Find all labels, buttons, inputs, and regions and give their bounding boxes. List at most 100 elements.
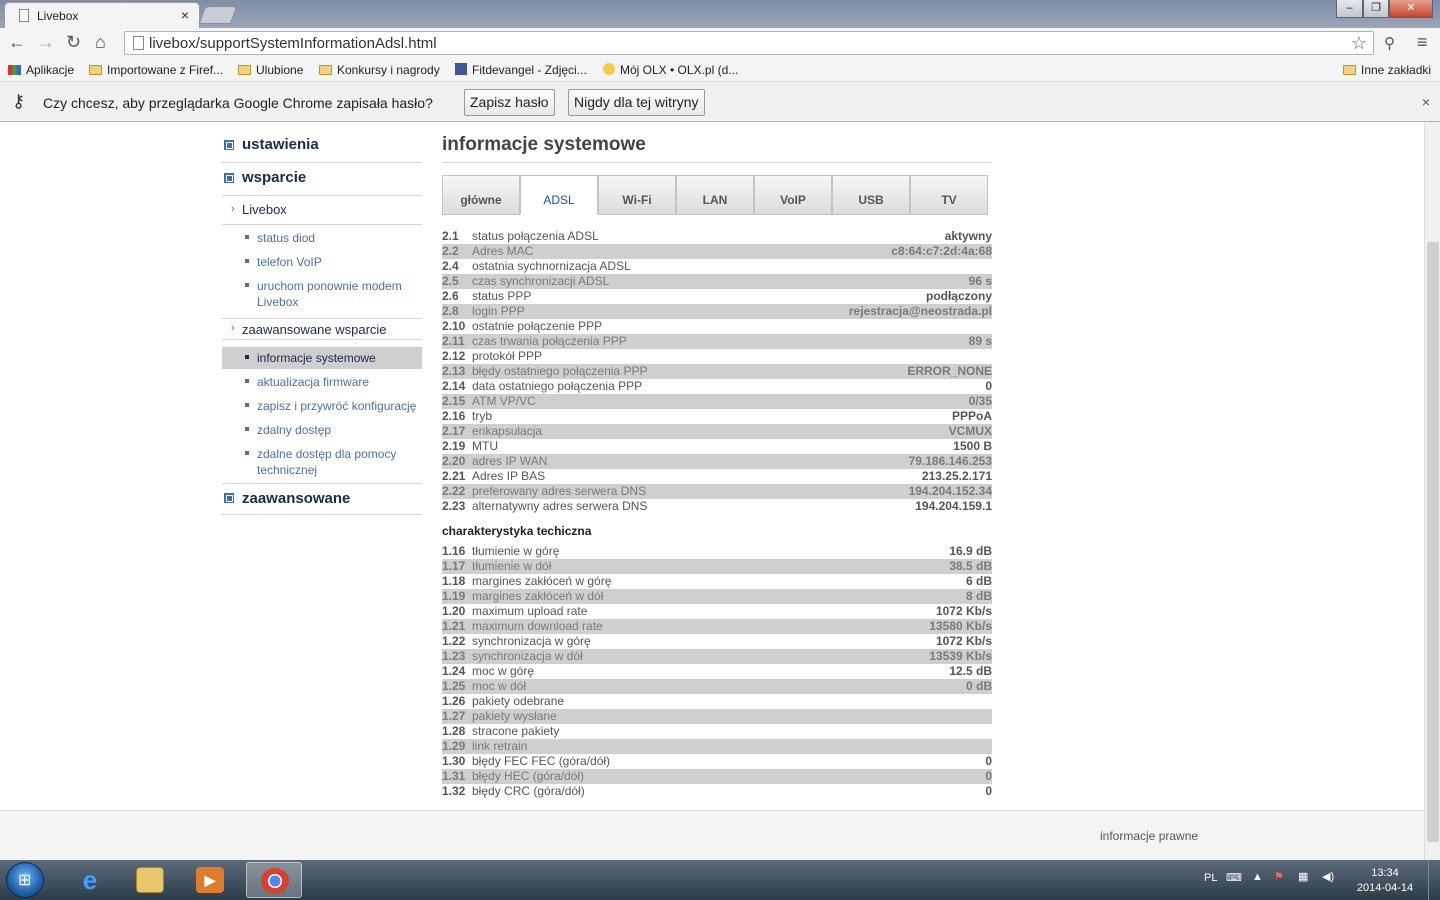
infobar-close-icon[interactable]: × (1422, 94, 1430, 110)
sidebar-sub-livebox[interactable]: › Livebox (222, 202, 422, 225)
olx-icon (603, 63, 615, 75)
scrollbar-thumb[interactable] (1427, 242, 1439, 842)
row-number: 1.29 (442, 739, 466, 753)
row-label: data ostatniego połączenia PPP (472, 379, 643, 393)
never-for-site-button[interactable]: Nigdy dla tej witryny (568, 89, 705, 116)
row-value: 6 dB (965, 574, 992, 588)
network-icon[interactable]: ▦ (1298, 870, 1308, 883)
row-label: margines zakłóceń w górę (472, 574, 612, 588)
maximize-button[interactable]: ❐ (1363, 0, 1389, 18)
home-icon[interactable]: ⌂ (95, 32, 106, 53)
keyboard-icon[interactable]: ⌨ (1226, 871, 1242, 884)
close-window-button[interactable]: ✕ (1389, 0, 1433, 18)
table-row: 2.16 tryb PPPoA (442, 409, 992, 424)
bookmark-apps[interactable]: Aplikacje (8, 63, 74, 77)
tab-tv[interactable]: TV (910, 175, 988, 215)
sidebar-link-telefon-voip[interactable]: telefon VoIP (222, 254, 422, 272)
sidebar-link-remote-access[interactable]: zdalny dostęp (222, 422, 422, 440)
bookmark-ulubione[interactable]: Ulubione (238, 63, 303, 77)
sidebar-link-backup-config[interactable]: zapisz i przywróć konfigurację (222, 398, 422, 416)
action-center-icon[interactable]: ⚑ (1274, 870, 1284, 883)
bookmark-olx[interactable]: Mój OLX • OLX.pl (d... (603, 63, 738, 77)
tab-close-icon[interactable]: × (181, 7, 189, 23)
address-bar[interactable]: livebox/supportSystemInformationAdsl.htm… (124, 31, 1374, 55)
taskbar-chrome[interactable] (246, 862, 302, 898)
row-value: 38.5 dB (949, 559, 992, 573)
sidebar-section-wsparcie[interactable]: wsparcie (222, 169, 422, 196)
sidebar-link-firmware[interactable]: aktualizacja firmware (222, 374, 422, 392)
forward-arrow-icon[interactable]: → (37, 32, 55, 53)
table-row: 1.22 synchronizacja w górę 1072 Kb/s (442, 634, 992, 649)
sidebar-section-zaawansowane[interactable]: zaawansowane (222, 483, 422, 515)
link-label: uruchom ponownie modem Livebox (257, 279, 402, 309)
browser-tab-livebox[interactable]: Livebox × (4, 2, 200, 28)
row-label: Adres IP BAS (472, 469, 546, 483)
row-label: moc w dół (472, 679, 527, 693)
row-value: 96 s (968, 274, 992, 288)
table-row: 2.8 login PPP rejestracja@neostrada.pl (442, 304, 992, 319)
minimize-button[interactable]: – (1336, 0, 1363, 18)
language-indicator[interactable]: PL (1204, 872, 1217, 884)
reload-icon[interactable]: ↻ (66, 32, 81, 53)
new-tab-button[interactable] (198, 6, 238, 24)
sidebar-link-restart-modem[interactable]: uruchom ponownie modem Livebox (222, 278, 422, 312)
row-number: 1.20 (442, 604, 466, 618)
sidebar-section-ustawienia[interactable]: ustawienia (222, 136, 422, 163)
table-row: 1.25 moc w dół 0 dB (442, 679, 992, 694)
tab-glowne[interactable]: główne (442, 175, 520, 215)
bookmark-konkursy[interactable]: Konkursy i nagrody (319, 63, 440, 77)
start-button[interactable]: ⊞ (6, 862, 44, 898)
taskbar-ie[interactable]: e (62, 862, 118, 898)
table-row: 1.31 błędy HEC (góra/dół) 0 (442, 769, 992, 784)
facebook-icon (455, 63, 467, 75)
windows-taskbar: ⊞ e ▶ PL ⌨ ▲ ⚑ ▦ ◀) 13:34 2014-04-14 (0, 860, 1440, 900)
row-label: maximum download rate (472, 619, 603, 633)
sidebar-sub-advanced-support[interactable]: › zaawansowane wsparcie (222, 318, 422, 340)
volume-icon[interactable]: ◀) (1322, 870, 1334, 883)
sidebar-link-status-diod[interactable]: status diod (222, 230, 422, 248)
row-label: błędy FEC FEC (góra/dół) (472, 754, 611, 768)
save-password-button[interactable]: Zapisz hasło (464, 89, 555, 116)
sidebar-link-remote-support[interactable]: zdalne dostęp dla pomocy technicznej (222, 446, 422, 480)
row-number: 2.22 (442, 484, 466, 498)
row-label: adres IP WAN (472, 454, 548, 468)
back-arrow-icon[interactable]: ← (8, 32, 26, 53)
tab-adsl[interactable]: ADSL (520, 175, 598, 215)
bookmark-imported[interactable]: Importowane z Firef... (89, 63, 223, 77)
table-row: 2.6 status PPP podłączony (442, 289, 992, 304)
table-row: 1.32 błędy CRC (góra/dół) 0 (442, 784, 992, 799)
page-title: informacje systemowe (442, 134, 646, 155)
menu-icon[interactable]: ≡ (1417, 32, 1428, 53)
info-tabs: główne ADSL Wi-Fi LAN VoIP USB TV (442, 175, 989, 215)
table-row: 2.10 ostatnie połączenie PPP (442, 319, 992, 334)
row-number: 2.4 (442, 259, 459, 273)
table-row: 1.30 błędy FEC FEC (góra/dół) 0 (442, 754, 992, 769)
tab-usb[interactable]: USB (832, 175, 910, 215)
show-desktop-button[interactable] (1428, 860, 1440, 900)
bookmark-other[interactable]: Inne zakładki (1343, 63, 1431, 77)
extension-icon[interactable]: ⚲ (1384, 34, 1395, 52)
tab-voip[interactable]: VoIP (754, 175, 832, 215)
folder-icon (238, 65, 251, 75)
table-row: 2.20 adres IP WAN 79.186.146.253 (442, 454, 992, 469)
table-row: 1.17 tłumienie w dół 38.5 dB (442, 559, 992, 574)
sidebar-link-system-info[interactable]: informacje systemowe (222, 347, 422, 369)
tab-wifi[interactable]: Wi-Fi (598, 175, 676, 215)
row-value: 1072 Kb/s (935, 604, 992, 618)
folder-icon (319, 65, 332, 75)
tab-lan[interactable]: LAN (676, 175, 754, 215)
row-number: 2.15 (442, 394, 466, 408)
system-clock[interactable]: 13:34 2014-04-14 (1350, 866, 1420, 896)
bookmark-fitdevangel[interactable]: Fitdevangel - Zdjęci... (455, 63, 587, 77)
table-row: 2.15 ATM VP/VC 0/35 (442, 394, 992, 409)
show-hidden-icons[interactable]: ▲ (1252, 871, 1263, 883)
bookmark-label: Fitdevangel - Zdjęci... (472, 63, 587, 77)
page-scrollbar[interactable] (1424, 122, 1440, 860)
bullet-icon (245, 283, 249, 287)
bookmark-star-icon[interactable]: ☆ (1351, 33, 1367, 54)
legal-info-link[interactable]: informacje prawne (1100, 829, 1198, 843)
row-number: 1.24 (442, 664, 466, 678)
taskbar-explorer[interactable] (122, 862, 178, 898)
tab-title: Livebox (37, 9, 79, 23)
taskbar-media-player[interactable]: ▶ (182, 862, 238, 898)
